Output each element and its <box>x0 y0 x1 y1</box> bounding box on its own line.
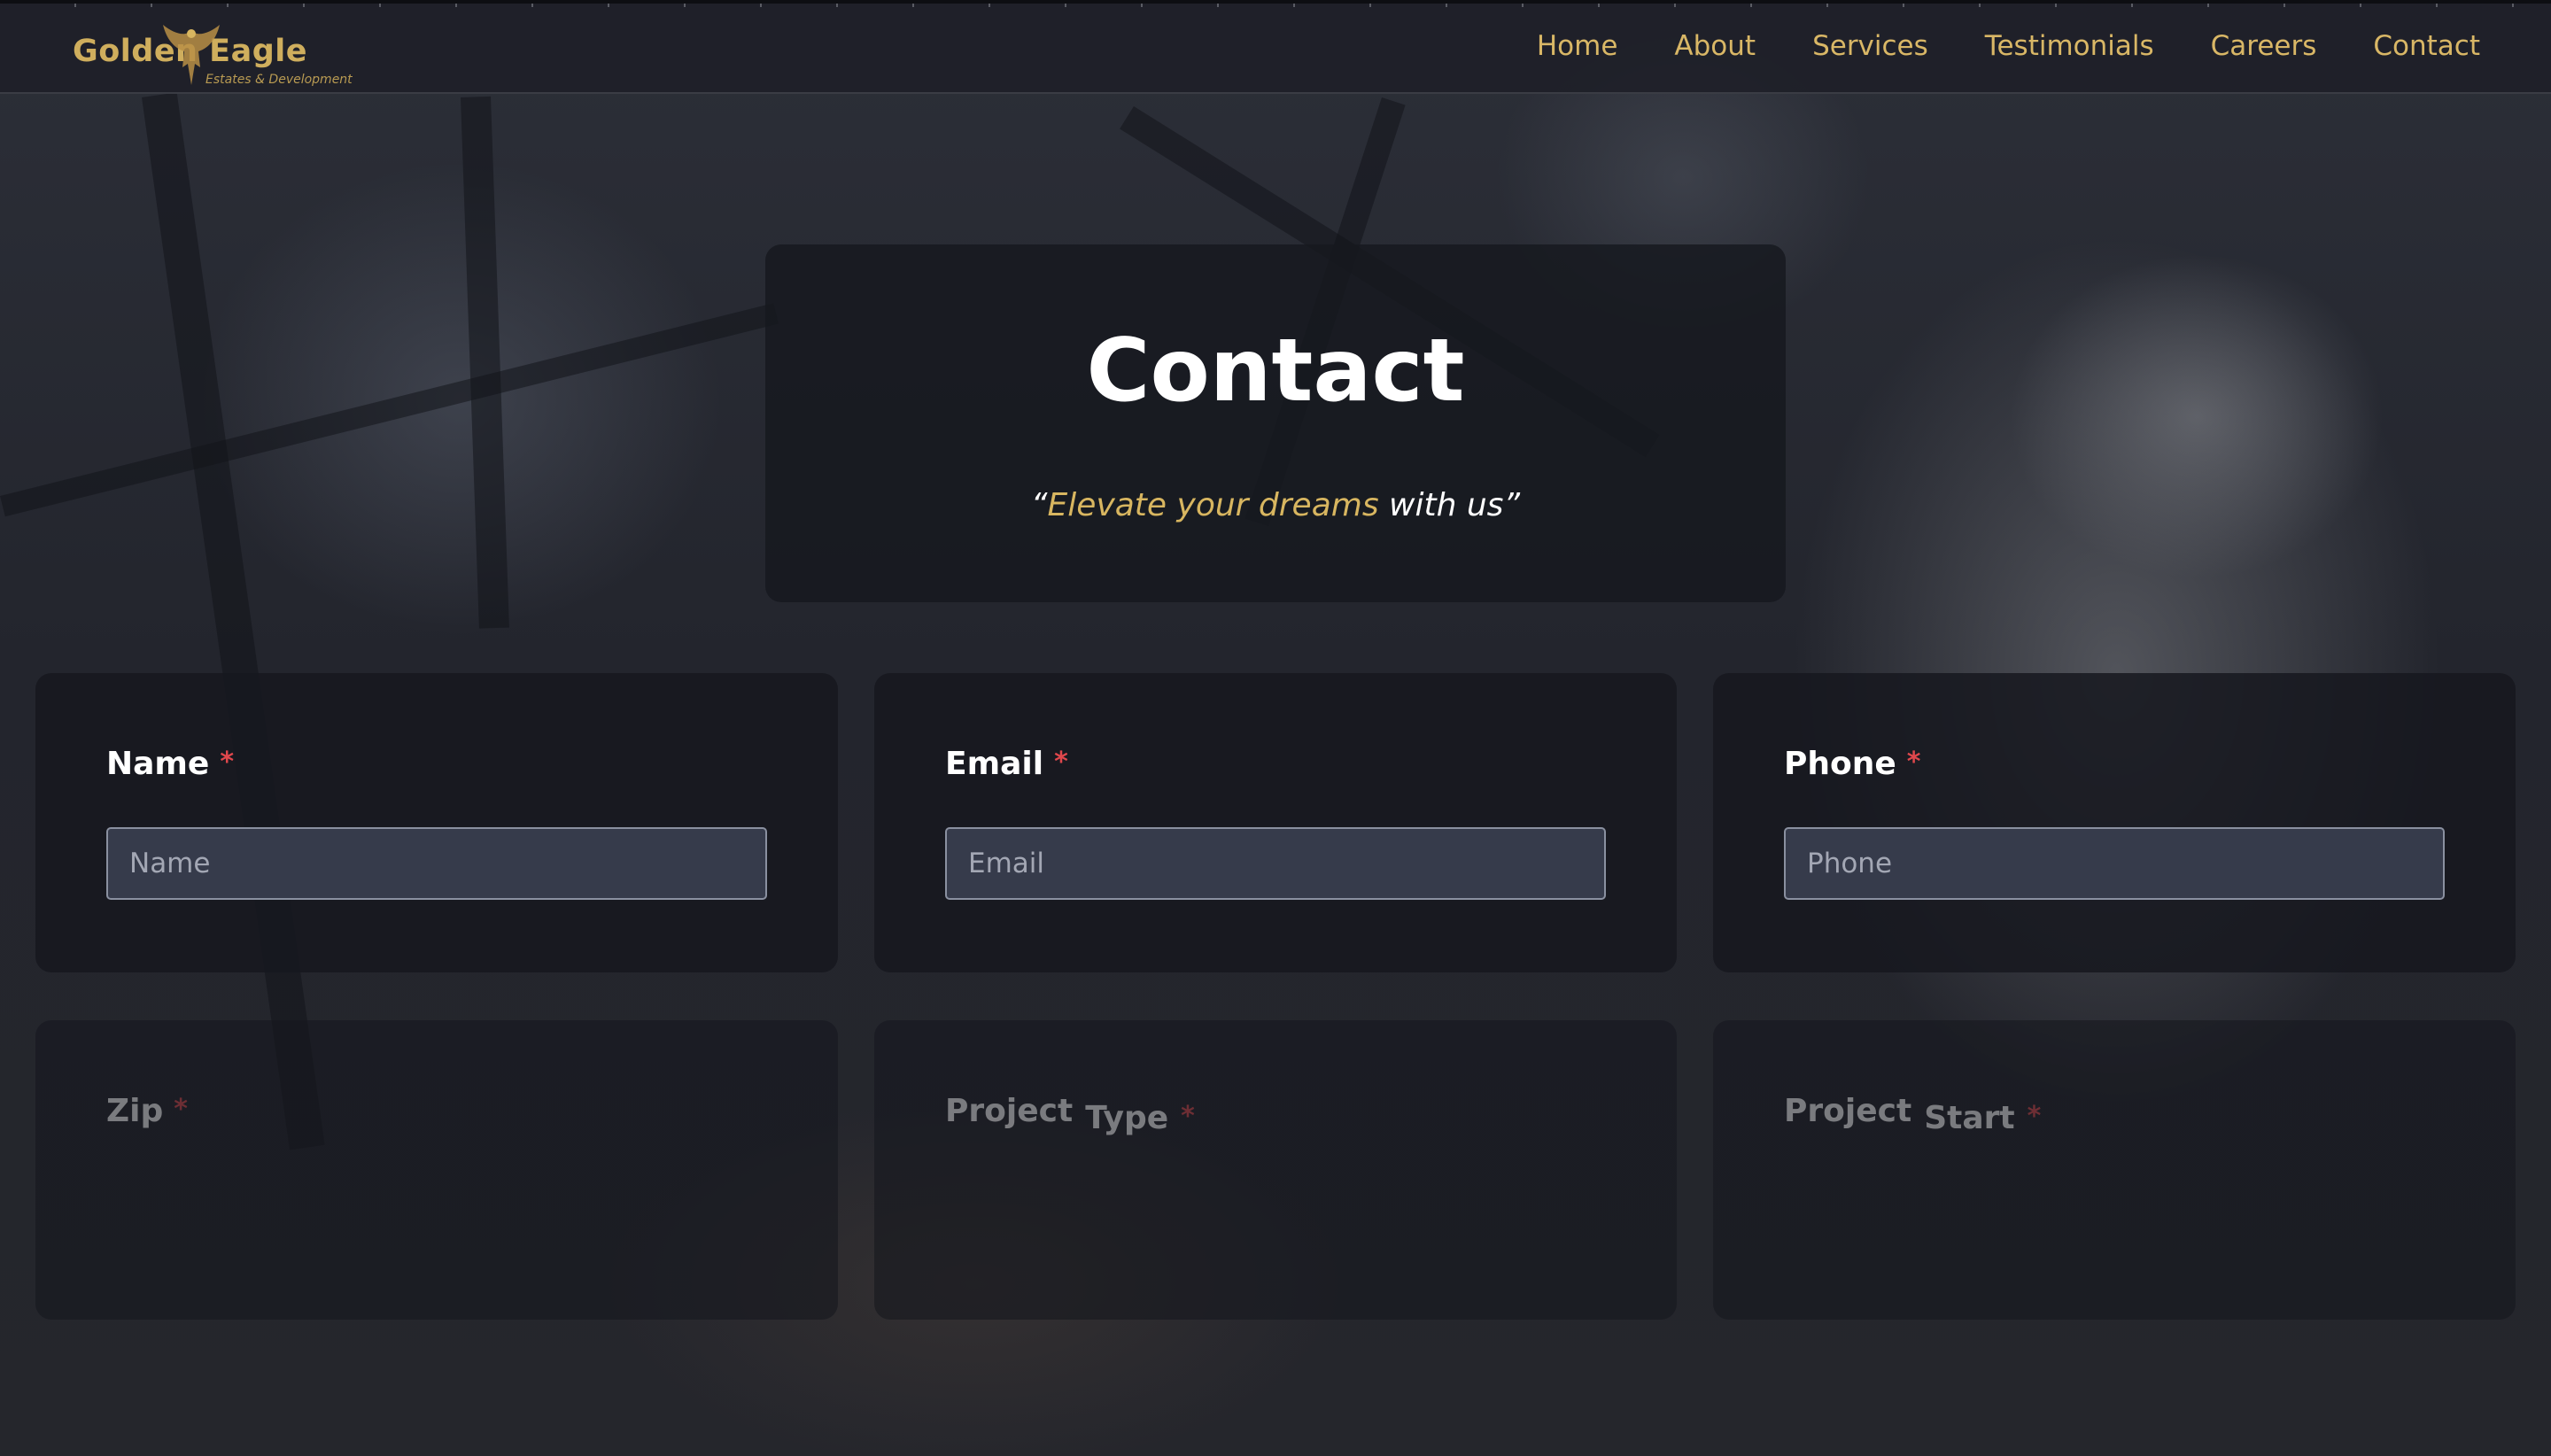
required-marker: * <box>220 747 235 778</box>
scroll-progress-bar <box>0 4 2551 7</box>
email-label-text: Email <box>945 746 1044 782</box>
phone-input[interactable] <box>1784 827 2445 900</box>
tagline: “Elevate your dreams with us” <box>765 487 1786 523</box>
required-marker: * <box>1054 747 1068 778</box>
name-field-card: Name * <box>35 673 838 972</box>
phone-field-card: Phone * <box>1713 673 2516 972</box>
nav-about[interactable]: About <box>1674 30 1756 62</box>
nav-contact[interactable]: Contact <box>2373 30 2480 62</box>
project-type-label-b: Type <box>1085 1100 1169 1136</box>
email-field-card: Email * <box>874 673 1677 972</box>
tagline-rest: with us” <box>1378 487 1521 523</box>
project-type-field-card: Project Type * <box>874 1020 1677 1320</box>
email-label: Email * <box>945 746 1068 782</box>
tagline-highlight: Elevate your dreams <box>1047 487 1379 523</box>
email-input[interactable] <box>945 827 1606 900</box>
main-nav: Home About Services Testimonials Careers… <box>1537 30 2480 62</box>
zip-label-text: Zip <box>106 1093 164 1129</box>
page-title: Contact <box>1086 321 1465 422</box>
hero-card: Contact “Elevate your dreams with us” <box>765 244 1786 602</box>
project-start-label-a: Project <box>1784 1093 1912 1129</box>
tagline-open-quote: “ <box>1030 487 1048 523</box>
nav-testimonials[interactable]: Testimonials <box>1985 30 2154 62</box>
required-marker: * <box>1906 747 1921 778</box>
nav-careers[interactable]: Careers <box>2211 30 2317 62</box>
name-input[interactable] <box>106 827 767 900</box>
project-type-label-a: Project <box>945 1093 1074 1129</box>
phone-label: Phone * <box>1784 746 1921 782</box>
required-marker: * <box>1181 1101 1195 1132</box>
logo[interactable]: Golden Eagle Estates & Development <box>73 23 374 94</box>
nav-services[interactable]: Services <box>1812 30 1928 62</box>
project-start-label-b: Start <box>1924 1100 2015 1136</box>
project-start-field-card: Project Start * <box>1713 1020 2516 1320</box>
name-label: Name * <box>106 746 234 782</box>
project-start-label: Project Start * <box>1784 1093 2042 1136</box>
required-marker: * <box>174 1094 188 1125</box>
contact-page: Golden Eagle Estates & Development Home … <box>0 0 2551 1456</box>
zip-field-card: Zip * <box>35 1020 838 1320</box>
phone-label-text: Phone <box>1784 746 1896 782</box>
project-type-label: Project Type * <box>945 1093 1195 1136</box>
required-marker: * <box>2027 1101 2042 1132</box>
name-label-text: Name <box>106 746 210 782</box>
zip-label: Zip * <box>106 1093 188 1129</box>
site-header: Golden Eagle Estates & Development Home … <box>0 0 2551 94</box>
nav-home[interactable]: Home <box>1537 30 1618 62</box>
logo-subtitle: Estates & Development <box>205 73 353 87</box>
